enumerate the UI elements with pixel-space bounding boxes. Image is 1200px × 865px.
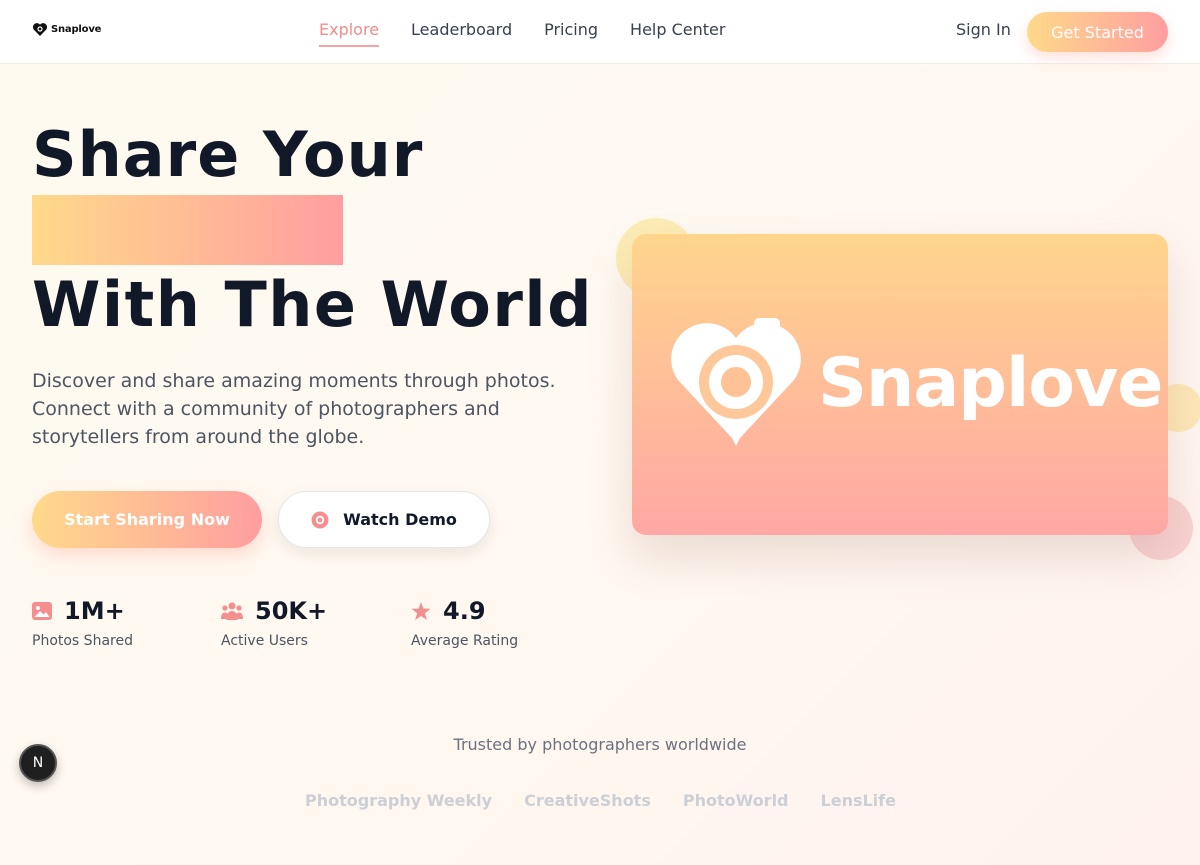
nav-link-pricing[interactable]: Pricing xyxy=(544,20,598,47)
hero-brand-card: Snaplove xyxy=(632,234,1168,535)
stat-value: 1M+ xyxy=(64,597,125,625)
nav-link-help-center[interactable]: Help Center xyxy=(630,20,725,47)
nav-link-explore[interactable]: Explore xyxy=(319,20,380,47)
watch-demo-button[interactable]: Watch Demo xyxy=(278,491,490,548)
users-icon xyxy=(221,602,243,620)
dev-tools-badge[interactable]: N xyxy=(19,744,57,782)
stat-label: Active Users xyxy=(221,633,308,649)
stat-label: Average Rating xyxy=(411,633,519,649)
partner-logos: Photography Weekly CreativeShots PhotoWo… xyxy=(305,791,896,810)
stat-users: 50K+ Active Users xyxy=(221,597,327,649)
star-icon xyxy=(411,601,431,620)
hero-title-highlight xyxy=(32,195,343,265)
stat-label: Photos Shared xyxy=(32,633,133,649)
stat-rating: 4.9 Average Rating xyxy=(411,597,518,649)
brand-logo[interactable]: Snaplove xyxy=(32,22,101,37)
hero-title-line1: Share Your xyxy=(32,118,424,191)
partner-creativeshots: CreativeShots xyxy=(524,791,651,810)
watch-demo-label: Watch Demo xyxy=(343,510,457,529)
main-nav: Explore Leaderboard Pricing Help Center xyxy=(319,20,725,47)
get-started-button[interactable]: Get Started xyxy=(1027,12,1168,52)
heart-camera-icon xyxy=(32,23,48,36)
partner-lenslife: LensLife xyxy=(820,791,896,810)
card-wordmark: Snaplove xyxy=(818,343,1163,423)
card-logo: Snaplove xyxy=(668,318,1163,448)
top-navbar: Snaplove Explore Leaderboard Pricing Hel… xyxy=(0,0,1200,64)
brand-name: Snaplove xyxy=(51,24,102,35)
partner-photoworld: PhotoWorld xyxy=(682,791,789,810)
nav-link-leaderboard[interactable]: Leaderboard xyxy=(411,20,512,47)
play-circle-icon xyxy=(311,511,329,528)
hero-title-line3: With The World xyxy=(32,268,594,341)
hero-description: Discover and share amazing moments throu… xyxy=(32,370,556,448)
stat-value: 50K+ xyxy=(255,597,328,625)
stat-value: 4.9 xyxy=(443,597,486,625)
start-sharing-button[interactable]: Start Sharing Now xyxy=(32,491,262,548)
heart-camera-icon xyxy=(671,318,801,446)
sign-in-link[interactable]: Sign In xyxy=(956,20,1011,39)
image-icon xyxy=(32,602,52,620)
stat-photos: 1M+ Photos Shared xyxy=(32,597,133,649)
partner-photography-weekly: Photography Weekly xyxy=(305,791,493,810)
trusted-heading: Trusted by photographers worldwide xyxy=(453,735,747,754)
